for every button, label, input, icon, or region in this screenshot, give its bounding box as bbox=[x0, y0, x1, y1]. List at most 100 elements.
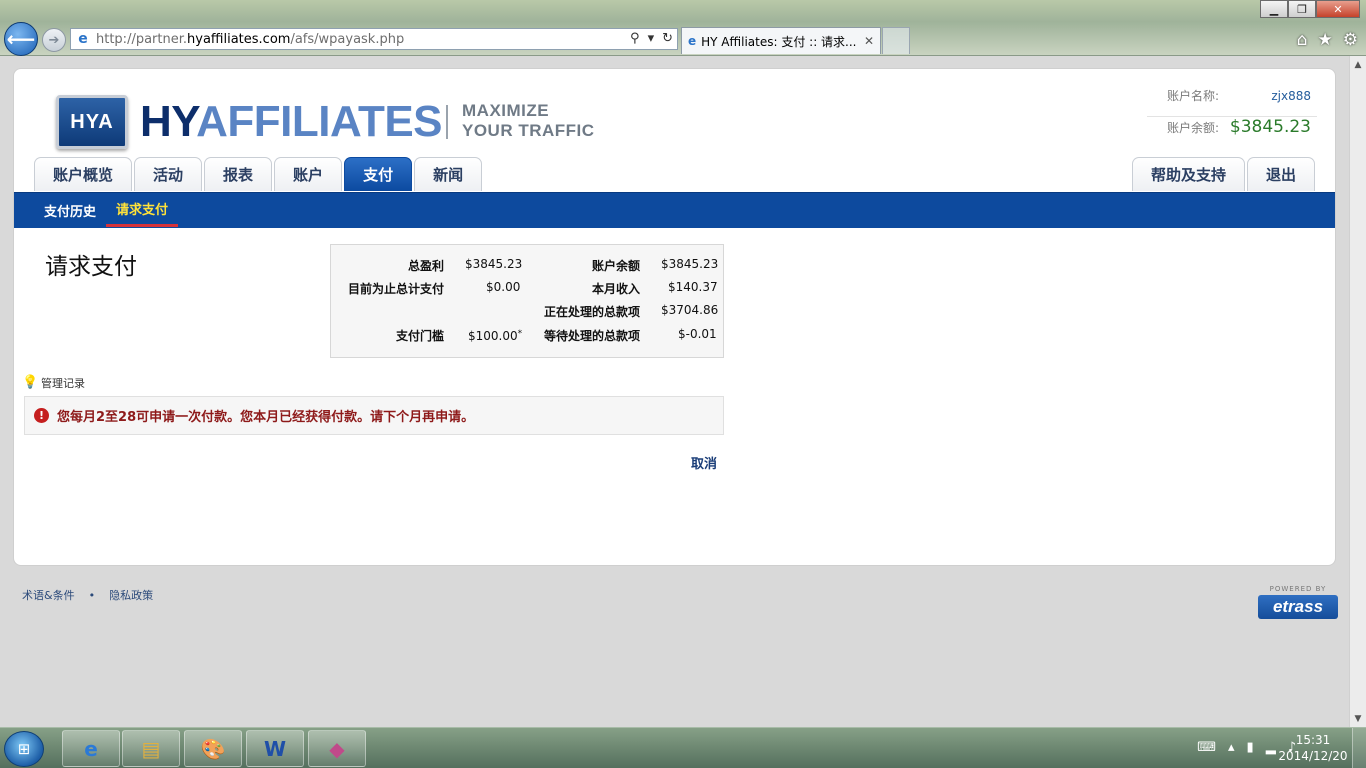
admin-notes-label: 管理记录 bbox=[41, 377, 85, 390]
taskbar-explorer[interactable]: ▤ bbox=[122, 730, 180, 767]
pending-value: $-0.01 bbox=[678, 327, 717, 341]
logo-divider bbox=[446, 105, 448, 139]
clock-date: 2014/12/20 bbox=[1278, 749, 1348, 763]
account-balance-label: 账户余额: bbox=[1167, 121, 1220, 135]
error-icon: ! bbox=[34, 408, 49, 423]
subnav-payment-history[interactable]: 支付历史 bbox=[34, 193, 106, 227]
home-icon[interactable]: ⌂ bbox=[1297, 30, 1308, 50]
account-name-value: zjx888 bbox=[1271, 89, 1311, 103]
logo-wordmark[interactable]: HYAFFILIATES bbox=[140, 95, 443, 149]
logo-tagline: MAXIMIZE YOUR TRAFFIC bbox=[462, 101, 595, 141]
ie-tab-icon: e bbox=[688, 34, 697, 48]
privacy-link[interactable]: 隐私政策 bbox=[109, 587, 153, 603]
ie-icon: e bbox=[84, 736, 98, 761]
tray-expand-icon[interactable]: ▴ bbox=[1228, 740, 1235, 755]
paid-to-date-value: $0.00 bbox=[486, 280, 521, 294]
vertical-scrollbar[interactable]: ▲ ▼ bbox=[1349, 56, 1366, 727]
clock-time: 15:31 bbox=[1295, 733, 1331, 747]
pending-label: 等待处理的总款项 bbox=[543, 329, 640, 343]
page-card: HYA HYAFFILIATES MAXIMIZE YOUR TRAFFIC 账… bbox=[13, 68, 1336, 566]
address-bar[interactable]: e http://partner. hyaffiliates.com/afs/wp… bbox=[70, 28, 678, 50]
threshold-asterisk: * bbox=[517, 329, 523, 339]
page-title: 请求支付 bbox=[45, 254, 137, 280]
tab-title: HY Affiliates: 支付 :: 请求... bbox=[701, 34, 857, 49]
tab-news[interactable]: 新闻 bbox=[414, 157, 483, 191]
refresh-icon[interactable]: ↻ bbox=[662, 31, 673, 46]
paid-to-date-label: 目前为止总计支付 bbox=[347, 282, 444, 296]
scroll-down-icon[interactable]: ▼ bbox=[1350, 710, 1366, 727]
page-viewport: HYA HYAFFILIATES MAXIMIZE YOUR TRAFFIC 账… bbox=[0, 56, 1349, 727]
tab-reports[interactable]: 报表 bbox=[204, 157, 273, 191]
account-balance-row: 账户余额: $3845.23 bbox=[1147, 117, 1317, 147]
error-alert: ! 您每月2至28可申请一次付款。您本月已经获得付款。请下个月再申请。 bbox=[24, 396, 724, 435]
tab-close-icon[interactable]: ✕ bbox=[864, 34, 874, 48]
logo-affiliates: AFFILIATES bbox=[196, 97, 443, 146]
keyboard-icon[interactable]: ⌨ bbox=[1197, 740, 1216, 755]
threshold-value-cell: $100.00* bbox=[468, 329, 522, 343]
footer-separator: • bbox=[88, 588, 96, 602]
word-icon: W bbox=[263, 736, 287, 761]
forward-button[interactable]: ➔ bbox=[42, 28, 66, 52]
etrass-logo: etrass bbox=[1258, 595, 1338, 619]
windows-logo-icon: ⊞ bbox=[17, 740, 31, 758]
ie-page-icon: e bbox=[78, 31, 88, 47]
minimize-button[interactable]: ▁ bbox=[1260, 0, 1288, 18]
account-name-row: 账户名称: zjx888 bbox=[1147, 87, 1317, 117]
maximize-button[interactable]: ❐ bbox=[1288, 0, 1316, 18]
favorites-star-icon[interactable]: ★ bbox=[1318, 30, 1333, 50]
browser-tab[interactable]: e HY Affiliates: 支付 :: 请求... ✕ bbox=[681, 27, 881, 54]
tagline-line-2: YOUR TRAFFIC bbox=[462, 121, 595, 140]
power-icon[interactable]: ▮ bbox=[1247, 740, 1254, 755]
tab-help-support[interactable]: 帮助及支持 bbox=[1131, 157, 1245, 191]
account-balance-summary-label: 账户余额 bbox=[591, 259, 640, 273]
tab-payments[interactable]: 支付 bbox=[344, 157, 413, 191]
start-button[interactable]: ⊞ bbox=[4, 731, 44, 767]
back-button[interactable]: ⟵ bbox=[4, 22, 38, 56]
url-path: /afs/wpayask.php bbox=[290, 31, 405, 47]
payment-summary-table: 总盈利 $3845.23 账户余额 $3845.23 目前为止总计支付 $0.0… bbox=[330, 244, 724, 358]
taskbar-paint[interactable]: 🎨 bbox=[184, 730, 242, 767]
cancel-link[interactable]: 取消 bbox=[691, 453, 717, 472]
admin-notes: 💡 管理记录 bbox=[22, 375, 85, 391]
subnav-request-payment[interactable]: 请求支付 bbox=[106, 193, 179, 227]
tab-logout[interactable]: 退出 bbox=[1246, 157, 1315, 191]
footer-links: 术语&条件 • 隐私政策 bbox=[22, 587, 153, 603]
search-icon[interactable]: ⚲ bbox=[630, 31, 640, 46]
account-balance-summary-value: $3845.23 bbox=[661, 257, 719, 271]
gear-icon[interactable]: ⚙ bbox=[1343, 30, 1358, 50]
tab-campaigns[interactable]: 活动 bbox=[134, 157, 203, 191]
powered-by-label: POWERED BY bbox=[1269, 585, 1327, 593]
powered-by-etrass[interactable]: POWERED BY etrass bbox=[1258, 585, 1338, 619]
account-balance-value: $3845.23 bbox=[1229, 117, 1311, 137]
show-desktop-button[interactable] bbox=[1352, 728, 1366, 768]
taskbar-app[interactable]: ◆ bbox=[308, 730, 366, 767]
processing-value: $3704.86 bbox=[661, 303, 719, 317]
close-button[interactable]: ✕ bbox=[1316, 0, 1360, 18]
browser-tools: ⌂ ★ ⚙ bbox=[1297, 30, 1358, 50]
url-prefix: http://partner. bbox=[96, 31, 188, 47]
month-income-label: 本月收入 bbox=[591, 282, 640, 296]
account-name-label: 账户名称: bbox=[1167, 89, 1220, 103]
palette-icon: 🎨 bbox=[200, 736, 226, 761]
arrow-left-icon: ⟵ bbox=[6, 27, 36, 51]
account-box: 账户名称: zjx888 账户余额: $3845.23 bbox=[1147, 87, 1317, 147]
tagline-line-1: MAXIMIZE bbox=[462, 101, 550, 120]
tab-account-overview[interactable]: 账户概览 bbox=[34, 157, 133, 191]
system-clock[interactable]: 15:31 2014/12/20 bbox=[1278, 732, 1348, 764]
scroll-up-icon[interactable]: ▲ bbox=[1350, 56, 1366, 73]
tab-account[interactable]: 账户 bbox=[274, 157, 343, 191]
url-host: hyaffiliates.com bbox=[187, 31, 291, 47]
alert-message: 您每月2至28可申请一次付款。您本月已经获得付款。请下个月再申请。 bbox=[57, 410, 475, 425]
taskbar-ie[interactable]: e bbox=[62, 730, 120, 767]
window-controls: ▁ ❐ ✕ bbox=[1260, 0, 1360, 18]
new-tab-button[interactable] bbox=[882, 27, 910, 54]
sub-nav-bar: 支付历史 请求支付 bbox=[14, 192, 1335, 228]
terms-link[interactable]: 术语&条件 bbox=[22, 587, 75, 603]
cat-app-icon: ◆ bbox=[329, 736, 345, 761]
dropdown-icon[interactable]: ▾ bbox=[648, 31, 655, 46]
network-icon[interactable]: ▂ bbox=[1266, 740, 1276, 755]
hya-logo-badge[interactable]: HYA bbox=[56, 95, 128, 149]
address-tools: ⚲ ▾ ↻ bbox=[630, 31, 673, 46]
browser-chrome: ▁ ❐ ✕ ⟵ ➔ e http://partner. hyaffiliates.… bbox=[0, 0, 1366, 56]
taskbar-word[interactable]: W bbox=[246, 730, 304, 767]
